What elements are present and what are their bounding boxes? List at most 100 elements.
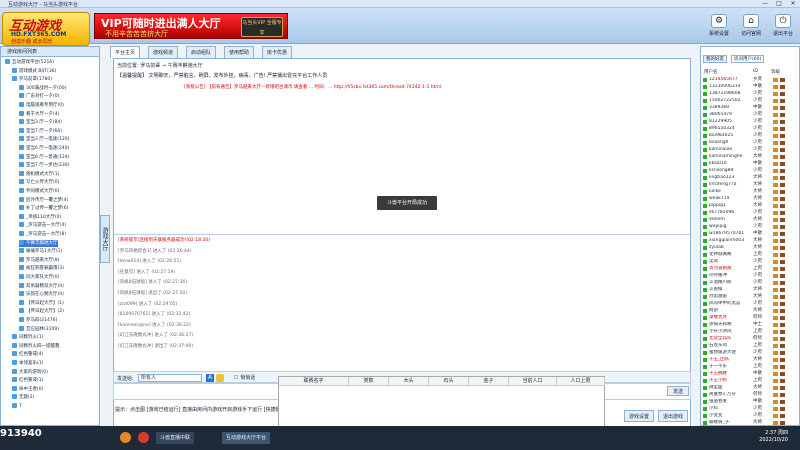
- maximize-button[interactable]: □: [772, 0, 786, 8]
- room-tree-item[interactable]: 互动游戏平台(5216): [5, 59, 54, 66]
- room-tree-item[interactable]: 无题(2): [12, 394, 34, 401]
- user-row[interactable]: bailongfi 少府: [703, 140, 797, 146]
- room-tree-item[interactable]: 室当7 厅一步达(230): [19, 162, 69, 169]
- room-tree-item[interactable]: 同颗烈火四一提醒鑫: [12, 342, 60, 350]
- room-tree-item[interactable]: _罗马游击一大厅(8): [19, 231, 66, 238]
- room-tree-item[interactable]: 乐韵在心剩大厅(4): [19, 291, 64, 298]
- vip-banner[interactable]: VIP可随时进出满人大厅 不用辛苦苦苦挤大厅 马当头VIP 全服专享: [94, 13, 288, 39]
- room-tree-item[interactable]: 室当6 厅一电速(240): [19, 145, 69, 152]
- user-row[interactable]: 81229905 少府: [703, 119, 797, 125]
- tab-room-card[interactable]: 房卡优惠: [262, 46, 293, 58]
- room-tree-item[interactable]: 室当7 厅一夕(66): [19, 127, 62, 135]
- user-row[interactable]: lisnilong89 少府: [703, 168, 797, 174]
- user-row[interactable]: kkaal10 中散: [703, 161, 797, 167]
- room-tree-item[interactable]: 本领宴乐(1): [12, 360, 43, 367]
- user-row[interactable]: 13871198608 少府: [703, 91, 797, 97]
- user-row[interactable]: 1234565677 乡贤: [703, 77, 797, 83]
- exit-platform-button[interactable]: ⏻ 退出平台: [768, 14, 798, 42]
- user-row[interactable]: lirrufeng77a 大将: [703, 182, 797, 188]
- room-tree-item[interactable]: 随机模式大厅(1): [19, 170, 59, 178]
- font-icon[interactable]: A: [206, 374, 214, 382]
- taskbar-item-hall[interactable]: 互动游戏大厅平台: [222, 432, 271, 444]
- user-row[interactable]: 网游 大将: [703, 308, 797, 314]
- system-announcement[interactable]: [系统公告] 【前有通告】罗马越来大厅—新增吧台演示 请查看 ... 时间：..…: [184, 84, 441, 90]
- room-tree-item[interactable]: 300满战时一夕(00): [19, 84, 66, 92]
- user-row[interactable]: 38065479 少府: [703, 112, 797, 118]
- room-tree-item[interactable]: 红色警戒(4): [12, 351, 43, 358]
- user-row[interactable]: lingtiao123 大将: [703, 175, 797, 181]
- emoji-icon[interactable]: [216, 374, 224, 382]
- tab-game-channel[interactable]: 游戏频道: [148, 46, 179, 58]
- close-button[interactable]: ✕: [786, 0, 800, 8]
- user-row[interactable]: s67785096 少府: [703, 210, 797, 216]
- user-row[interactable]: xiangqianm003 大将: [703, 238, 797, 244]
- room-tree-item[interactable]: 红色警戒(1): [12, 377, 43, 384]
- user-row[interactable]: 斗兽棋 大将: [703, 287, 797, 293]
- user-row[interactable]: lulike 大将: [703, 189, 797, 195]
- room-tree-item[interactable]: 同大家队大厅(0): [19, 274, 59, 281]
- room-tree-item[interactable]: 命中王者(0): [12, 385, 43, 393]
- room-tree-item[interactable]: 大家的游戏(0): [12, 368, 48, 376]
- exit-game-button[interactable]: 退出游戏: [658, 410, 688, 422]
- tab-my-friends[interactable]: 我的好友: [703, 55, 727, 63]
- room-tree-item[interactable]: 痛痛罗马1大厅(1): [19, 248, 62, 255]
- user-row[interactable]: pippig1 大将: [703, 203, 797, 209]
- room-tree-item[interactable]: 广东对打一夕(0): [19, 93, 59, 100]
- room-tree-item[interactable]: 电脑观看专用厅(0): [19, 102, 64, 109]
- column-username[interactable]: 用户名: [704, 69, 718, 75]
- user-row[interactable]: 于一不乐 上府: [703, 364, 797, 370]
- secret-chat-checkbox[interactable]: ☐ 悄悄话: [234, 374, 255, 381]
- tab-team-up[interactable]: 启动组队: [186, 46, 217, 58]
- user-row[interactable]: 3389369 中散: [703, 105, 797, 111]
- send-target-select[interactable]: 所有人: [138, 374, 202, 382]
- user-row[interactable]: 渐缠太月 何师: [703, 315, 797, 321]
- room-tree-item[interactable]: 午赛丰麒驰大厅: [19, 239, 58, 247]
- user-row[interactable]: 千王_团队 大将: [703, 357, 797, 363]
- minimize-button[interactable]: —: [758, 0, 772, 8]
- user-row[interactable]: 千王小狗 上府: [703, 378, 797, 384]
- user-row[interactable]: 15002722502 少府: [703, 98, 797, 104]
- user-row[interactable]: 蜜频级游大使 少府: [703, 350, 797, 356]
- user-row[interactable]: 风同体中的黑篮 少府: [703, 301, 797, 307]
- room-tree-item[interactable]: 罗马前辈(1780): [12, 76, 52, 83]
- user-row[interactable]: 无双全兵队 何师: [703, 336, 797, 342]
- user-row[interactable]: 尽丹缓冲 少府: [703, 273, 797, 279]
- user-row[interactable]: 千王摘腰 中散: [703, 371, 797, 377]
- user-row[interactable]: skslem 大将: [703, 217, 797, 223]
- user-row[interactable]: kaminaminghe 大将: [703, 154, 797, 160]
- user-row[interactable]: 渗骑天和啊 中士: [703, 322, 797, 328]
- room-tree-item[interactable]: 补丁过传一覆之梦(6): [19, 205, 68, 212]
- system-settings-button[interactable]: ⚙ 系统设置: [704, 14, 734, 42]
- user-row[interactable]: 等河道跑跑 上府: [703, 266, 797, 272]
- room-tree-item[interactable]: 7: [12, 403, 22, 410]
- room-tree-item[interactable]: _单挑110大厅(0): [19, 213, 61, 221]
- game-hall-tab[interactable]: 游戏大厅: [100, 215, 110, 263]
- user-row[interactable]: 896550324 少府: [703, 126, 797, 132]
- game-settings-button[interactable]: 游戏设置: [624, 410, 654, 422]
- room-tree-item[interactable]: _罗马游击一大厅(4): [19, 222, 66, 229]
- room-tree-item[interactable]: 疯狂刺客罪霸落(3): [19, 265, 64, 272]
- room-tree-item[interactable]: 【传日起大厅】(2): [19, 308, 64, 315]
- user-row[interactable]: 石左东风 上府: [703, 343, 797, 349]
- tab-room-users[interactable]: 房间用户(60): [731, 55, 765, 63]
- room-tree-item[interactable]: 看于大厅一夕(4): [19, 110, 59, 118]
- app-icon[interactable]: [138, 432, 149, 443]
- user-row[interactable]: 微型面 大将: [703, 385, 797, 391]
- room-tree-item[interactable]: 乔同模式大厅(0): [19, 188, 59, 195]
- user-row[interactable]: 烈焰滋雷 大将: [703, 294, 797, 300]
- user-row[interactable]: 简厦想1.万分 何师: [703, 392, 797, 398]
- user-row[interactable]: 小科 少府: [703, 406, 797, 412]
- tab-home[interactable]: 平台主页: [110, 46, 141, 58]
- user-row[interactable]: 强盗吞发 中散: [703, 399, 797, 405]
- user-row[interactable]: kaminaiax 少府: [703, 147, 797, 153]
- browser-icon[interactable]: [120, 432, 131, 443]
- room-tree-item[interactable]: 后外传厅一覆之梦(4): [19, 196, 68, 204]
- room-tree-item[interactable]: 罗马越来大厅(8): [19, 256, 59, 264]
- taskbar-item-stream[interactable]: 斗兽直播中联: [156, 432, 195, 444]
- room-tree-item[interactable]: 室当6 厅一普通(124): [19, 153, 69, 161]
- room-tree-item[interactable]: 双吊器颗双大厅(4): [19, 282, 64, 290]
- room-tree-item[interactable]: 游戏模式 B0T(36): [12, 67, 56, 75]
- user-row[interactable]: w18679570761 中散: [703, 231, 797, 237]
- user-row[interactable]: 小变变 少府: [703, 413, 797, 419]
- column-level[interactable]: 等级: [771, 69, 780, 75]
